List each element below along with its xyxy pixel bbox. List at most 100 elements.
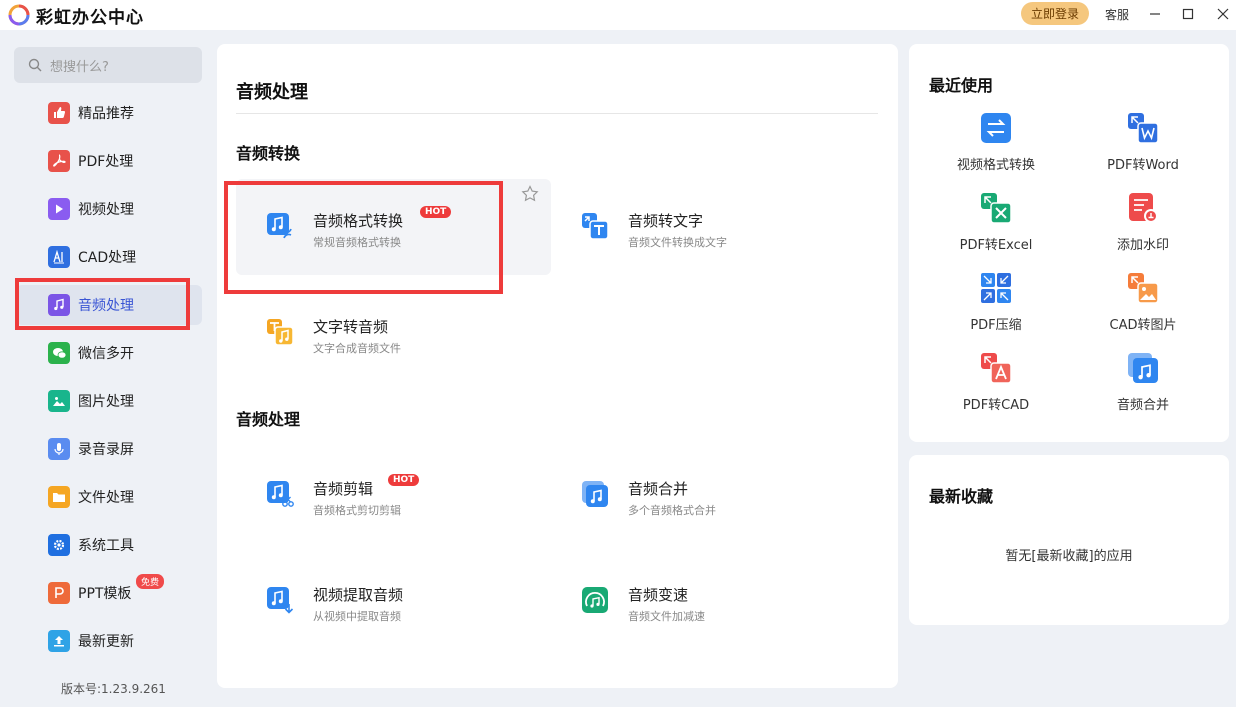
tool-name: 文字转音频 bbox=[313, 318, 389, 336]
thumbs-up-icon bbox=[48, 102, 70, 124]
rainbow-logo-icon bbox=[8, 4, 30, 26]
sidebar-item-label: 视频处理 bbox=[78, 202, 134, 218]
sidebar-item-label: 文件处理 bbox=[78, 490, 134, 506]
upload-icon bbox=[48, 630, 70, 652]
tool-name: 音频转文字 bbox=[628, 212, 704, 230]
tool-description: 常规音频格式转换 bbox=[313, 236, 401, 249]
recent-item-video-convert[interactable]: 视频格式转换 bbox=[921, 112, 1071, 182]
tool-description: 音频文件转换成文字 bbox=[628, 236, 727, 249]
tool-name: 音频变速 bbox=[628, 586, 689, 604]
recent-item-audio-merge[interactable]: 音频合并 bbox=[1068, 352, 1218, 422]
tool-description: 音频文件加减速 bbox=[628, 610, 705, 623]
customer-service-link[interactable]: 客服 bbox=[1105, 6, 1129, 23]
tool-audio-merge[interactable]: 音频合并 多个音频格式合并 bbox=[551, 447, 866, 543]
minimize-icon[interactable] bbox=[1143, 3, 1167, 25]
audio-merge-icon bbox=[1128, 353, 1158, 383]
sidebar-item-label: 精品推荐 bbox=[78, 106, 134, 122]
favorites-panel: 最新收藏 暂无[最新收藏]的应用 bbox=[909, 455, 1229, 625]
tool-name: 音频合并 bbox=[628, 480, 689, 498]
recent-item-watermark[interactable]: 添加水印 bbox=[1068, 192, 1218, 262]
section-title-audio-conversion: 音频转换 bbox=[236, 144, 301, 163]
tool-extract-audio[interactable]: 视频提取音频 从视频中提取音频 bbox=[236, 553, 551, 649]
maximize-icon[interactable] bbox=[1176, 3, 1200, 25]
sidebar-item-updates[interactable]: 最新更新 bbox=[16, 621, 202, 661]
recent-item-pdf-to-excel[interactable]: PDF转Excel bbox=[921, 192, 1071, 262]
tool-audio-to-text[interactable]: 音频转文字 音频文件转换成文字 bbox=[551, 179, 866, 275]
pdf-to-cad-icon bbox=[981, 353, 1012, 384]
tool-text-to-audio[interactable]: 文字转音频 文字合成音频文件 bbox=[236, 285, 551, 381]
tool-description: 从视频中提取音频 bbox=[313, 610, 401, 623]
main-panel: 音频处理 音频转换 音频格式转换 HOT 常规音频格式转换 音频转文字 音频文件… bbox=[217, 44, 898, 688]
close-icon[interactable] bbox=[1211, 3, 1235, 25]
sidebar-item-label: 音频处理 bbox=[78, 298, 134, 314]
section-title-audio-processing: 音频处理 bbox=[236, 410, 301, 429]
recent-item-cad-to-image[interactable]: CAD转图片 bbox=[1068, 272, 1218, 342]
pdf-compress-icon bbox=[981, 273, 1011, 303]
search-input[interactable]: 想搜什么? bbox=[14, 47, 202, 83]
tool-name: 音频剪辑 bbox=[313, 480, 374, 498]
recent-item-label: PDF转Word bbox=[1107, 158, 1179, 173]
recent-item-pdf-to-word[interactable]: PDF转Word bbox=[1068, 112, 1218, 182]
sidebar-item-ppt[interactable]: PPT模板 免费 bbox=[16, 573, 202, 613]
sidebar-item-file[interactable]: 文件处理 bbox=[16, 477, 202, 517]
watermark-icon bbox=[1129, 193, 1158, 223]
tool-audio-format-convert[interactable]: 音频格式转换 HOT 常规音频格式转换 bbox=[236, 179, 551, 275]
search-placeholder: 想搜什么? bbox=[50, 59, 109, 75]
pdf-to-excel-icon bbox=[981, 193, 1012, 224]
recent-panel: 最近使用 视频格式转换 PDF转Word PDF转Excel 添加水印 PDF压… bbox=[909, 44, 1229, 442]
recent-item-label: 视频格式转换 bbox=[956, 158, 1035, 173]
sidebar: 想搜什么? 精品推荐 PDF处理 视频处理 CAD处理 音频处理 微信多开 图片… bbox=[0, 30, 216, 707]
cad-icon bbox=[48, 246, 70, 268]
title-divider bbox=[236, 113, 878, 114]
free-badge: 免费 bbox=[136, 574, 165, 589]
tool-name: 音频格式转换 bbox=[313, 212, 404, 230]
recent-item-pdf-to-cad[interactable]: PDF转CAD bbox=[921, 352, 1071, 422]
hot-badge: HOT bbox=[388, 474, 420, 486]
search-icon bbox=[28, 58, 42, 72]
recent-item-label: CAD转图片 bbox=[1109, 318, 1177, 333]
recent-item-label: PDF转Excel bbox=[959, 238, 1033, 253]
sidebar-item-label: 系统工具 bbox=[78, 538, 134, 554]
sidebar-item-label: 最新更新 bbox=[78, 634, 134, 650]
recent-item-label: 音频合并 bbox=[1116, 398, 1169, 413]
login-button[interactable]: 立即登录 bbox=[1021, 2, 1089, 25]
sidebar-item-audio[interactable]: 音频处理 bbox=[16, 285, 202, 325]
pdf-to-word-icon bbox=[1128, 113, 1159, 144]
extract-audio-icon bbox=[267, 587, 294, 614]
title-bar: 彩虹办公中心 立即登录 客服 bbox=[0, 0, 1236, 30]
image-icon bbox=[48, 390, 70, 412]
sidebar-item-wechat[interactable]: 微信多开 bbox=[16, 333, 202, 373]
sidebar-item-recording[interactable]: 录音录屏 bbox=[16, 429, 202, 469]
sidebar-item-label: 录音录屏 bbox=[78, 442, 134, 458]
tool-description: 文字合成音频文件 bbox=[313, 342, 401, 355]
tool-audio-cut[interactable]: 音频剪辑 HOT 音频格式剪切剪辑 bbox=[236, 447, 551, 543]
sidebar-item-label: PDF处理 bbox=[78, 154, 134, 170]
tool-description: 多个音频格式合并 bbox=[628, 504, 716, 517]
video-play-icon bbox=[48, 198, 70, 220]
tool-name: 视频提取音频 bbox=[313, 586, 404, 604]
sidebar-item-pdf[interactable]: PDF处理 bbox=[16, 141, 202, 181]
microphone-icon bbox=[48, 438, 70, 460]
version-label: 版本号:1.23.9.261 bbox=[61, 682, 166, 696]
page-title: 音频处理 bbox=[236, 82, 308, 103]
audio-to-text-icon bbox=[582, 213, 609, 240]
sidebar-item-cad[interactable]: CAD处理 bbox=[16, 237, 202, 277]
wechat-icon bbox=[48, 342, 70, 364]
sidebar-item-image[interactable]: 图片处理 bbox=[16, 381, 202, 421]
sidebar-item-system[interactable]: 系统工具 bbox=[16, 525, 202, 565]
sidebar-item-label: PPT模板 bbox=[78, 586, 132, 602]
tool-audio-speed[interactable]: 音频变速 音频文件加减速 bbox=[551, 553, 866, 649]
sidebar-item-recommended[interactable]: 精品推荐 bbox=[16, 93, 202, 133]
recent-item-label: PDF转CAD bbox=[962, 398, 1030, 413]
recent-title: 最近使用 bbox=[929, 76, 994, 95]
sidebar-item-label: CAD处理 bbox=[78, 250, 137, 266]
recent-item-pdf-compress[interactable]: PDF压缩 bbox=[921, 272, 1071, 342]
sidebar-item-label: 图片处理 bbox=[78, 394, 134, 410]
sidebar-item-video[interactable]: 视频处理 bbox=[16, 189, 202, 229]
text-to-audio-icon bbox=[267, 319, 294, 346]
app-title: 彩虹办公中心 bbox=[36, 8, 144, 28]
swap-arrows-icon bbox=[981, 113, 1011, 143]
folder-icon bbox=[48, 486, 70, 508]
favorites-title: 最新收藏 bbox=[929, 487, 994, 506]
star-favorite-icon[interactable] bbox=[521, 185, 539, 203]
